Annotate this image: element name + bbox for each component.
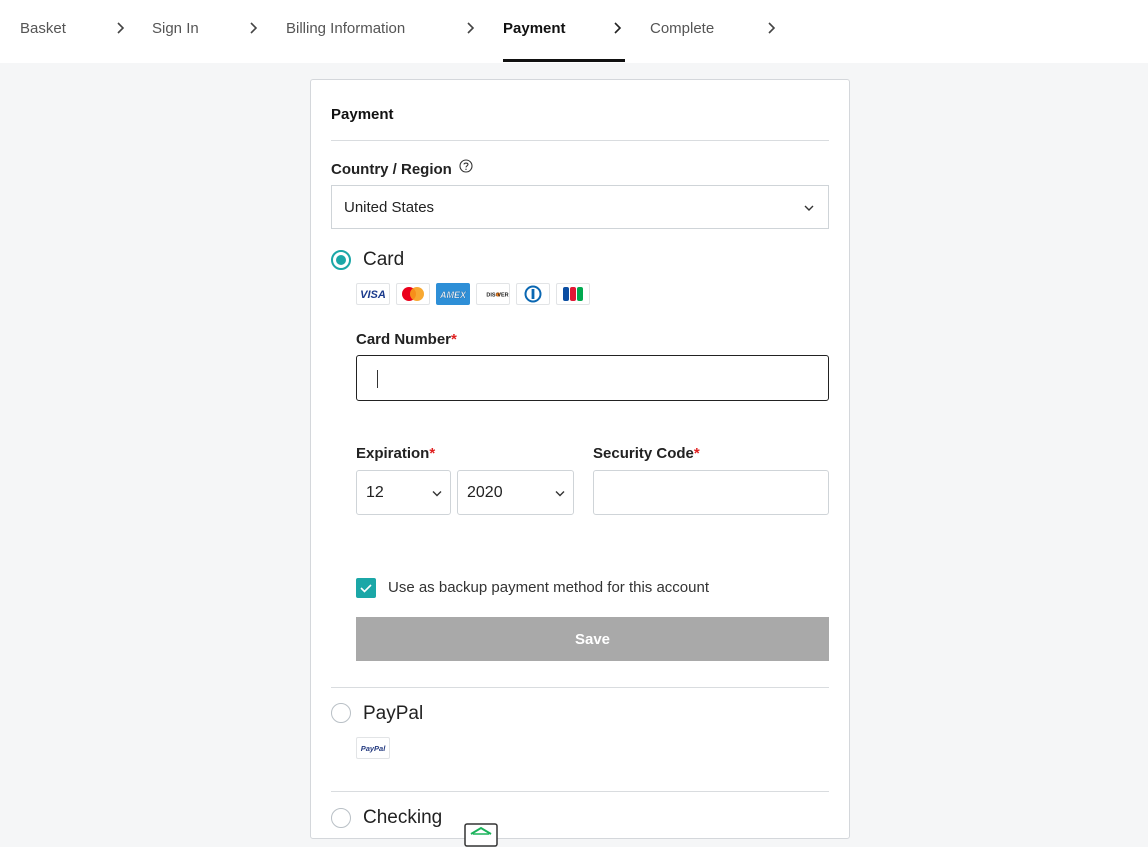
backup-payment-checkbox[interactable] [356,578,376,598]
mastercard-icon [396,283,430,305]
checking-method-label[interactable]: Checking [363,807,442,829]
chevron-right-icon [768,22,776,34]
chevron-right-icon [467,22,475,34]
security-code-label: Security Code* [593,445,700,462]
required-mark: * [429,445,436,462]
checking-radio[interactable] [331,808,351,828]
payment-panel: Payment Country / Region United States C… [310,79,850,847]
paypal-radio[interactable] [331,703,351,723]
country-region-label: Country / Region [331,161,452,178]
card-number-input[interactable] [356,355,829,401]
checkout-steps: Basket Sign In Billing Information Payme… [0,0,1148,63]
country-region-select[interactable]: United States [331,185,829,229]
expiration-label-text: Expiration [356,445,430,462]
card-radio[interactable] [331,250,351,270]
step-complete[interactable]: Complete [650,0,714,63]
svg-text:VER: VER [497,293,508,299]
divider [331,791,829,792]
svg-text:PayPal: PayPal [361,744,387,753]
svg-text:AMEX: AMEX [439,290,467,300]
section-title: Payment [331,106,394,123]
discover-icon: DISC VER [476,283,510,305]
chevron-right-icon [117,22,125,34]
security-code-input[interactable] [593,470,829,515]
chevron-down-icon [432,491,442,497]
divider [331,687,829,688]
chevron-down-icon [555,491,565,497]
bank-icon [464,823,498,847]
divider [331,140,829,141]
active-step-indicator [503,59,625,62]
chevron-right-icon [250,22,258,34]
step-payment[interactable]: Payment [503,0,566,63]
card-number-label-text: Card Number [356,331,452,348]
card-method-label[interactable]: Card [363,249,404,271]
step-billing-information[interactable]: Billing Information [286,0,405,63]
visa-icon: VISA [356,283,390,305]
paypal-logo-icon: PayPal [356,737,390,759]
diners-club-icon [516,283,550,305]
card-number-label: Card Number* [356,331,457,348]
checkmark-icon [360,584,372,593]
card-brand-logos: VISA AMEX DISC VER [356,283,590,305]
expiration-year-select[interactable]: 2020 [457,470,574,515]
text-cursor [377,370,378,388]
backup-payment-label[interactable]: Use as backup payment method for this ac… [388,579,709,596]
chevron-down-icon [804,205,814,211]
svg-text:VISA: VISA [360,289,386,301]
help-icon[interactable] [459,159,473,173]
save-button[interactable]: Save [356,617,829,661]
country-region-value: United States [344,199,435,216]
expiration-month-select[interactable]: 12 [356,470,451,515]
amex-icon: AMEX [436,283,470,305]
step-sign-in[interactable]: Sign In [152,0,199,63]
expiration-year-value: 2020 [467,484,503,501]
expiration-month-value: 12 [366,484,384,501]
step-basket[interactable]: Basket [20,0,66,63]
security-code-label-text: Security Code [593,445,694,462]
required-mark: * [693,445,700,462]
required-mark: * [451,331,457,348]
chevron-right-icon [614,22,622,34]
paypal-method-label[interactable]: PayPal [363,703,423,725]
jcb-icon [556,283,590,305]
expiration-label: Expiration* [356,445,435,462]
